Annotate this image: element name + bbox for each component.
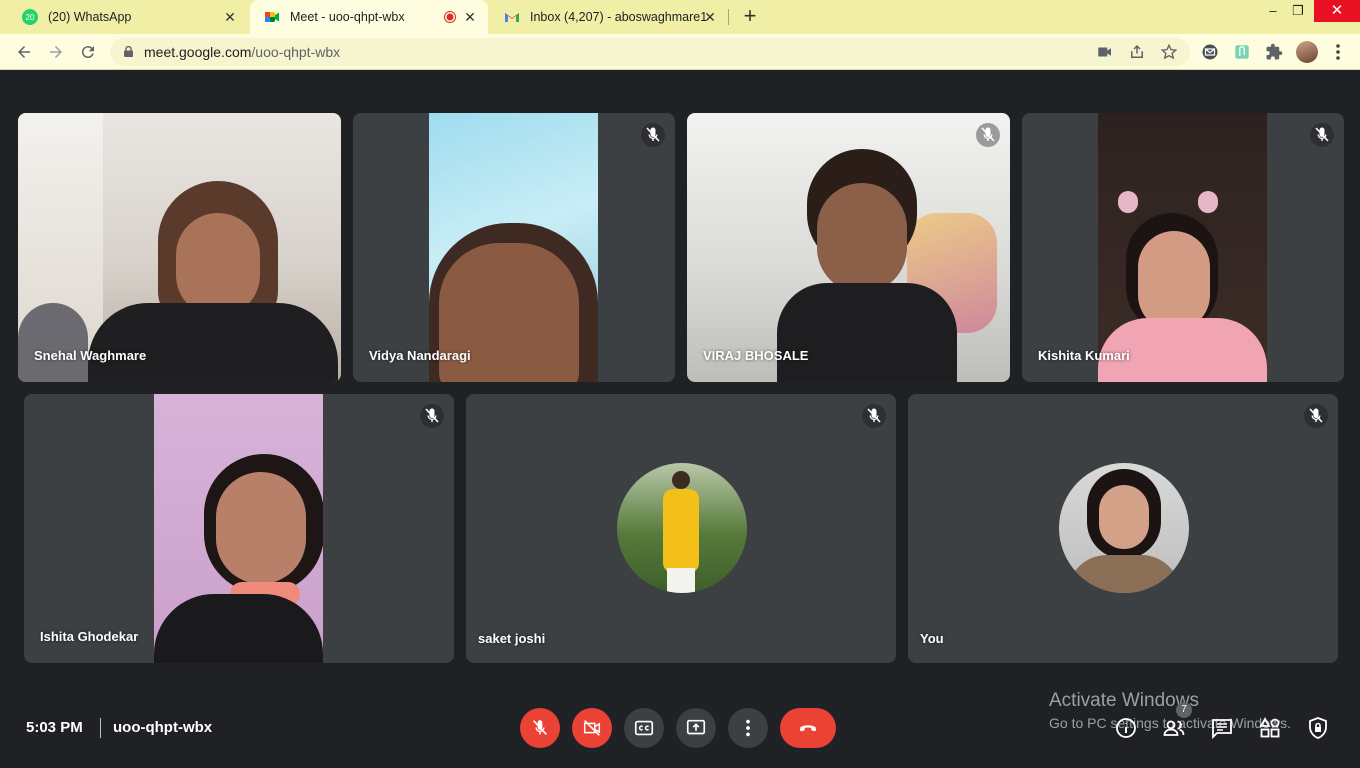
video-feed [1098, 113, 1267, 382]
participant-avatar [617, 463, 747, 593]
participant-tile[interactable]: Snehal Waghmare [18, 113, 341, 382]
restore-button[interactable]: ❐ [1283, 0, 1313, 24]
forward-button[interactable] [44, 40, 68, 64]
close-tab-icon[interactable]: ✕ [462, 9, 478, 25]
muted-indicator [641, 123, 665, 147]
participant-tile[interactable]: Kishita Kumari [1022, 113, 1344, 382]
svg-text:20: 20 [26, 13, 35, 22]
more-options-button[interactable] [728, 708, 768, 748]
tab-title: (20) WhatsApp [48, 10, 132, 24]
captions-button[interactable] [624, 708, 664, 748]
muted-indicator [976, 123, 1000, 147]
lock-icon [124, 46, 133, 57]
mic-off-icon [425, 408, 439, 423]
tab-gmail[interactable]: Inbox (4,207) - aboswaghmare12 ✕ [490, 0, 728, 34]
bookmark-star-icon[interactable] [1160, 43, 1178, 61]
activities-icon[interactable] [1258, 716, 1282, 740]
whatsapp-icon: 20 [22, 9, 38, 25]
present-icon [686, 719, 706, 735]
host-controls-shield-icon[interactable] [1306, 716, 1330, 740]
camera-in-use-icon[interactable] [1096, 43, 1114, 61]
more-vertical-icon [746, 719, 750, 737]
camera-toggle-button[interactable] [572, 708, 612, 748]
url-text: meet.google.com/uoo-qhpt-wbx [144, 44, 340, 60]
tab-whatsapp[interactable]: 20 (20) WhatsApp ✕ [8, 0, 248, 34]
recording-icon [444, 11, 456, 23]
participant-count-badge: 7 [1176, 702, 1192, 718]
hang-up-icon [800, 725, 816, 732]
meeting-info-icon[interactable] [1114, 716, 1138, 740]
participant-avatar [1059, 463, 1189, 593]
mic-off-icon [1309, 408, 1323, 423]
mic-off-icon [981, 127, 995, 142]
extension-clip-icon[interactable] [1233, 43, 1251, 61]
muted-indicator [862, 404, 886, 428]
participant-name: Snehal Waghmare [34, 348, 147, 363]
reload-icon [81, 46, 94, 59]
back-button[interactable] [12, 40, 36, 64]
arrow-left-icon [18, 46, 30, 58]
google-meet-icon [265, 12, 279, 22]
meeting-code: uoo-qhpt-wbx [113, 719, 213, 736]
tab-title: Meet - uoo-qhpt-wbx [290, 10, 405, 24]
arrow-right-icon [50, 46, 62, 58]
participant-name: VIRAJ BHOSALE [703, 348, 809, 363]
url-host: meet.google.com [144, 44, 252, 60]
chat-icon[interactable] [1210, 716, 1234, 740]
meeting-clock: 5:03 PM [26, 719, 83, 736]
video-feed [429, 113, 598, 382]
browser-toolbar: meet.google.com/uoo-qhpt-wbx [0, 34, 1360, 70]
extension-mail-icon[interactable] [1201, 43, 1219, 61]
people-icon[interactable] [1162, 716, 1186, 740]
share-icon[interactable] [1128, 43, 1146, 61]
participant-tile[interactable]: Ishita Ghodekar [24, 394, 454, 663]
participant-name: Ishita Ghodekar [40, 629, 139, 644]
participant-tile[interactable]: Vidya Nandaragi [353, 113, 675, 382]
mic-off-icon [1315, 127, 1329, 142]
participant-name: You [920, 631, 944, 646]
captions-icon [634, 720, 654, 736]
address-bar[interactable]: meet.google.com/uoo-qhpt-wbx [110, 38, 1190, 66]
mic-off-icon [867, 408, 881, 423]
leave-call-button[interactable] [780, 708, 836, 748]
divider [100, 718, 101, 738]
participant-name: Kishita Kumari [1038, 348, 1130, 363]
tab-title: Inbox (4,207) - aboswaghmare12 [530, 10, 706, 24]
close-tab-icon[interactable]: ✕ [222, 9, 238, 25]
reload-button[interactable] [76, 40, 100, 64]
close-tab-icon[interactable]: ✕ [702, 9, 718, 25]
chrome-menu-button[interactable] [1330, 42, 1346, 62]
muted-indicator [1304, 404, 1328, 428]
window-close-button[interactable]: ✕ [1314, 0, 1360, 22]
kebab-menu-icon [1336, 44, 1340, 60]
new-tab-button[interactable]: + [738, 5, 762, 29]
gmail-icon [505, 13, 519, 22]
tab-strip: 20 (20) WhatsApp ✕ Meet - uoo-qhpt-wbx ✕… [0, 0, 1360, 34]
present-screen-button[interactable] [676, 708, 716, 748]
participant-name: Vidya Nandaragi [369, 348, 471, 363]
tab-meet[interactable]: Meet - uoo-qhpt-wbx ✕ [250, 0, 488, 34]
participant-name: saket joshi [478, 631, 546, 646]
video-feed [18, 113, 341, 382]
muted-indicator [420, 404, 444, 428]
camera-off-icon [583, 720, 601, 736]
participant-tile[interactable]: You [908, 394, 1338, 663]
video-feed [154, 394, 323, 663]
tab-divider [728, 9, 729, 25]
profile-avatar[interactable] [1296, 41, 1318, 63]
mic-toggle-button[interactable] [520, 708, 560, 748]
mic-off-icon [646, 127, 660, 142]
muted-indicator [1310, 123, 1334, 147]
participant-tile[interactable]: VIRAJ BHOSALE [687, 113, 1010, 382]
mic-off-icon [532, 720, 548, 735]
participant-tile[interactable]: saket joshi [466, 394, 896, 663]
video-feed [687, 113, 1010, 382]
url-path: /uoo-qhpt-wbx [251, 44, 341, 60]
extensions-puzzle-icon[interactable] [1265, 43, 1283, 61]
